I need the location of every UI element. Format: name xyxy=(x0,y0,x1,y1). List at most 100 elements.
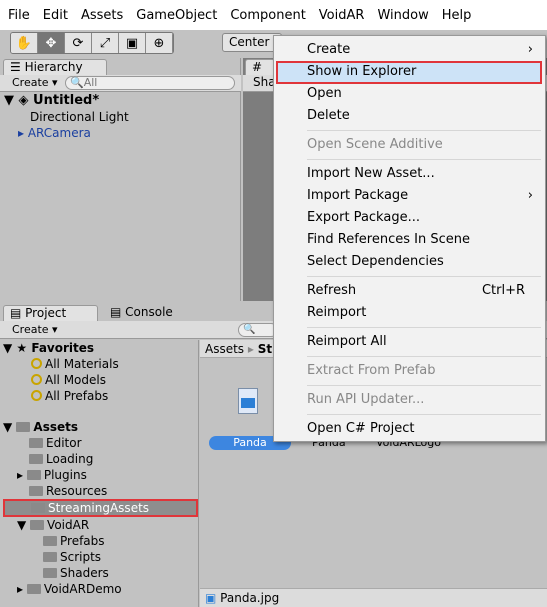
project-create-button[interactable]: Create ▾ xyxy=(12,323,58,336)
menu-window[interactable]: Window xyxy=(377,8,428,23)
item-label: Import Package xyxy=(307,188,409,203)
transform-tools: ✋ ✥ ⟳ ⤢ ▣ ⊕ xyxy=(10,32,174,54)
tab-label: Console xyxy=(125,305,173,319)
menu-item-find-references[interactable]: Find References In Scene xyxy=(307,229,541,251)
menu-item-reimport[interactable]: Reimport xyxy=(307,302,541,324)
hierarchy-panel: ☰ Hierarchy Create ▾ 🔍All ▼ ◈ Untitled* … xyxy=(0,58,241,301)
create-button[interactable]: Create ▾ xyxy=(12,76,58,89)
favorite-item[interactable]: All Models xyxy=(3,372,198,388)
scene-name: Untitled* xyxy=(33,93,100,108)
project-tree: ▼ ★ Favorites All Materials All Models A… xyxy=(3,340,199,607)
item-label: All Prefabs xyxy=(45,389,109,403)
image-file-icon: ▣ xyxy=(205,591,217,605)
item-label: Refresh xyxy=(307,283,357,298)
tab-scene[interactable]: # S xyxy=(245,59,275,89)
folder-item-selected[interactable]: StreamingAssets xyxy=(3,499,198,517)
folder-item[interactable]: ▸ VoidARDemo xyxy=(3,581,198,597)
move-icon[interactable]: ✥ xyxy=(38,33,65,53)
folder-item[interactable]: ▸ Plugins xyxy=(3,467,198,483)
item-label: Prefabs xyxy=(60,534,105,548)
create-label: Create xyxy=(12,76,49,89)
divider xyxy=(307,414,541,415)
menu-voidar[interactable]: VoidAR xyxy=(319,8,365,23)
node-label: Assets xyxy=(33,420,78,434)
scale-icon[interactable]: ⤢ xyxy=(92,33,119,53)
hierarchy-item[interactable]: ▸ ARCamera xyxy=(4,125,240,141)
hierarchy-toolbar: Create ▾ 🔍All xyxy=(0,75,241,92)
folder-item[interactable]: Resources xyxy=(3,483,198,499)
folder-icon xyxy=(30,520,45,530)
tab-project[interactable]: ▤ Project xyxy=(3,305,98,321)
menu-assets[interactable]: Assets xyxy=(81,8,123,23)
menu-edit[interactable]: Edit xyxy=(43,8,68,23)
menu-item-open-scene-additive: Open Scene Additive xyxy=(307,137,443,152)
rotate-icon[interactable]: ⟳ xyxy=(65,33,92,53)
menu-bar: File Edit Assets GameObject Component Vo… xyxy=(0,0,547,30)
folder-icon xyxy=(43,568,57,578)
divider xyxy=(307,276,541,277)
item-label: All Materials xyxy=(45,357,119,371)
breadcrumb-current[interactable]: St xyxy=(258,342,272,356)
hierarchy-item[interactable]: Directional Light xyxy=(4,109,240,125)
folder-icon xyxy=(43,536,57,546)
favorite-item[interactable]: All Materials xyxy=(3,356,198,372)
tab-hierarchy[interactable]: ☰ Hierarchy xyxy=(3,59,107,75)
folder-item[interactable]: Shaders xyxy=(3,565,198,581)
menu-help[interactable]: Help xyxy=(442,8,472,23)
project-search-input[interactable]: 🔍 xyxy=(238,323,278,337)
chevron-right-icon: › xyxy=(527,42,533,57)
item-label: Editor xyxy=(46,436,82,450)
menu-item-reimport-all[interactable]: Reimport All xyxy=(307,331,541,353)
menu-item-import-package[interactable]: Import Package › xyxy=(307,185,541,207)
folder-item[interactable]: Editor xyxy=(3,435,198,451)
menu-item-export-package[interactable]: Export Package... xyxy=(307,207,541,229)
folder-icon xyxy=(26,584,41,594)
divider xyxy=(307,159,541,160)
assets-node[interactable]: ▼ Assets xyxy=(3,419,198,435)
folder-item[interactable]: ▼ VoidAR xyxy=(3,517,198,533)
favorites-node[interactable]: ▼ ★ Favorites xyxy=(3,340,198,356)
scene-root[interactable]: ▼ ◈ Untitled* xyxy=(4,93,240,109)
item-label: Scripts xyxy=(60,550,102,564)
folder-item[interactable]: Scripts xyxy=(3,549,198,565)
item-label: Create xyxy=(307,42,351,57)
divider xyxy=(307,130,541,131)
menu-item-show-in-explorer[interactable]: Show in Explorer xyxy=(307,61,541,83)
divider xyxy=(307,356,541,357)
folder-item[interactable]: Loading xyxy=(3,451,198,467)
menu-file[interactable]: File xyxy=(8,8,30,23)
folder-icon xyxy=(29,454,43,464)
menu-item-import-new-asset[interactable]: Import New Asset... xyxy=(307,163,541,185)
item-label: StreamingAssets xyxy=(48,501,150,515)
item-label: All Models xyxy=(45,373,106,387)
item-label: Shaders xyxy=(60,566,109,580)
rect-icon[interactable]: ▣ xyxy=(119,33,146,53)
menu-item-refresh[interactable]: Refresh Ctrl+R xyxy=(307,280,541,302)
menu-gameobject[interactable]: GameObject xyxy=(136,8,217,23)
hierarchy-search-input[interactable]: 🔍All xyxy=(65,76,235,90)
image-file-icon[interactable] xyxy=(238,388,258,414)
folder-item[interactable]: Prefabs xyxy=(3,533,198,549)
menu-item-select-dependencies[interactable]: Select Dependencies xyxy=(307,251,541,273)
favorite-item[interactable]: All Prefabs xyxy=(3,388,198,404)
folder-icon xyxy=(29,486,43,496)
menu-item-open[interactable]: Open xyxy=(307,83,541,105)
breadcrumb-assets[interactable]: Assets xyxy=(205,342,244,356)
menu-item-create[interactable]: Create › xyxy=(307,39,541,61)
context-menu: Create › Show in Explorer Open Delete Ope… xyxy=(273,35,546,442)
divider xyxy=(307,327,541,328)
menu-item-open-csharp-project[interactable]: Open C# Project xyxy=(307,418,541,440)
item-label: VoidAR xyxy=(47,518,90,532)
tab-label: Project xyxy=(25,306,67,320)
item-label: VoidARDemo xyxy=(43,582,122,596)
folder-icon xyxy=(26,470,41,480)
hand-icon[interactable]: ✋ xyxy=(11,33,38,53)
menu-item-delete[interactable]: Delete xyxy=(307,105,541,127)
node-label: Favorites xyxy=(31,341,95,355)
search-icon xyxy=(31,390,42,401)
tab-console[interactable]: ▤ Console xyxy=(110,305,173,319)
folder-icon xyxy=(29,438,43,448)
divider xyxy=(307,385,541,386)
transform-icon[interactable]: ⊕ xyxy=(146,33,173,53)
menu-component[interactable]: Component xyxy=(230,8,305,23)
